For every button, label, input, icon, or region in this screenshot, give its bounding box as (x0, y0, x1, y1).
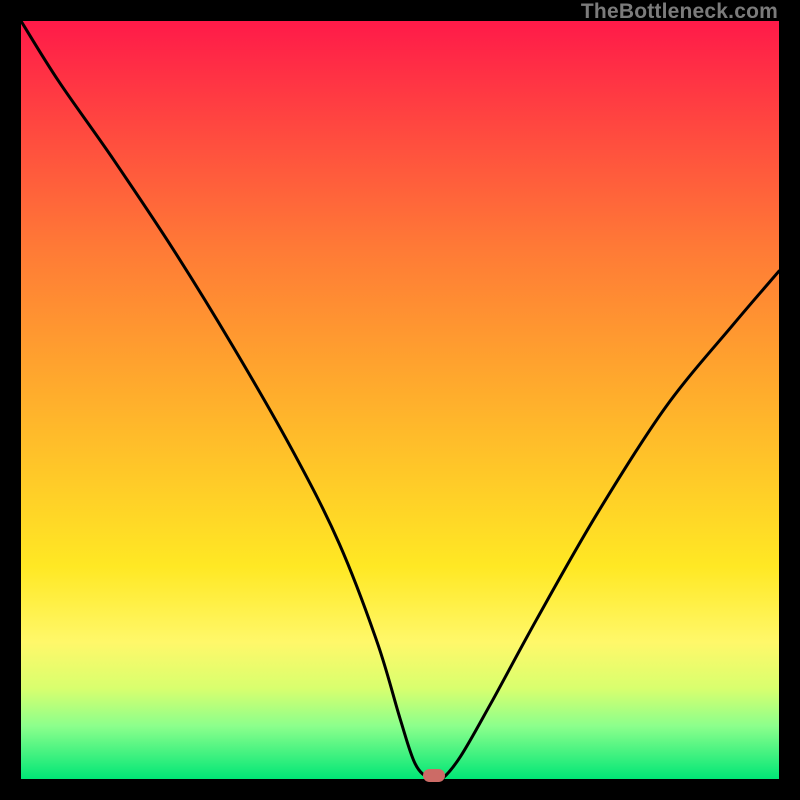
chart-frame: TheBottleneck.com (0, 0, 800, 800)
bottleneck-curve (21, 21, 779, 779)
optimum-marker (423, 769, 445, 782)
plot-area (21, 21, 779, 779)
